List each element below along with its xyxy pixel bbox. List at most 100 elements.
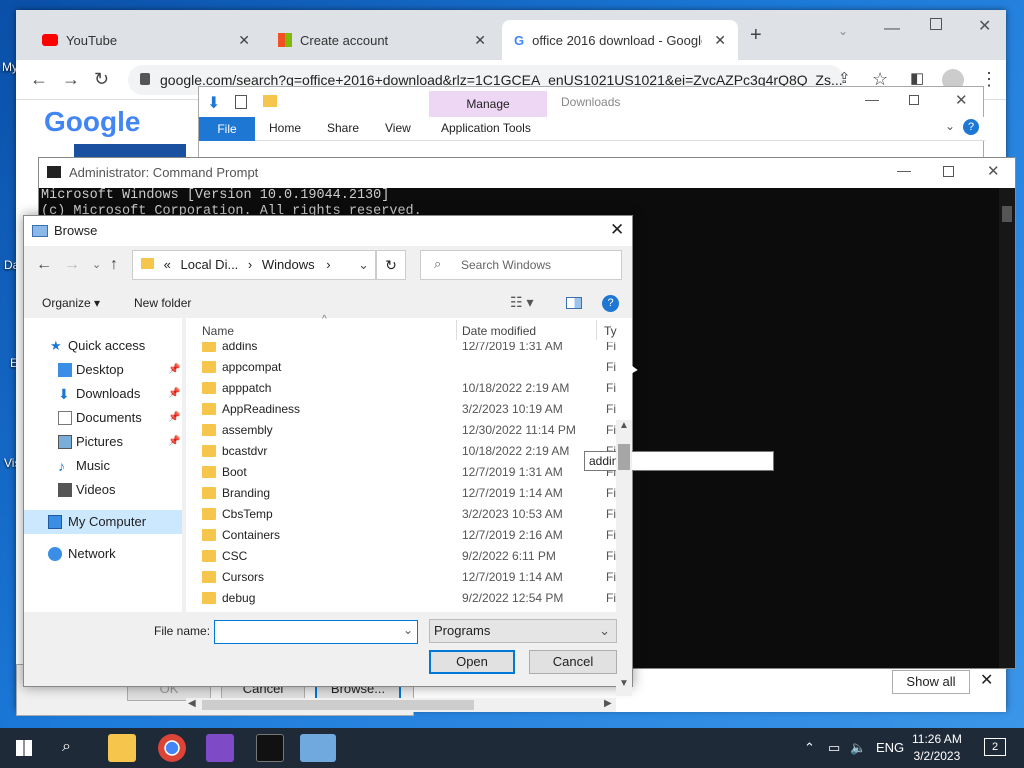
share-icon[interactable]: ⇪ bbox=[838, 69, 851, 87]
horizontal-scrollbar[interactable]: ◀ ▶ bbox=[186, 698, 616, 712]
download-icon[interactable]: ⬇ bbox=[207, 93, 220, 113]
breadcrumb-separator[interactable]: › bbox=[326, 257, 330, 272]
column-header-date[interactable]: Date modified bbox=[462, 324, 536, 338]
file-name-input[interactable]: ⌄ bbox=[214, 620, 418, 644]
list-item[interactable]: Boot 12/7/2019 1:31 AM Fi bbox=[200, 462, 616, 483]
network-icon[interactable]: ▭ bbox=[828, 740, 840, 756]
notification-icon[interactable]: 2 bbox=[984, 738, 1006, 756]
tab-youtube[interactable]: YouTube ✕ bbox=[30, 20, 262, 60]
cancel-button[interactable]: Cancel bbox=[529, 650, 617, 674]
chevron-down-icon[interactable]: ⌄ bbox=[358, 251, 369, 279]
preview-pane-icon[interactable] bbox=[566, 297, 582, 309]
vertical-scrollbar[interactable]: ▲ ▼ bbox=[616, 420, 632, 696]
sidepanel-icon[interactable]: ◧ bbox=[910, 69, 924, 87]
forward-arrow-icon[interactable]: → bbox=[62, 69, 80, 90]
tab-create-account[interactable]: Create account ✕ bbox=[266, 20, 498, 60]
close-button[interactable]: ✕ bbox=[955, 91, 968, 109]
nav-item-downloads[interactable]: ⬇ Downloads 📌 bbox=[24, 382, 182, 406]
address-bar[interactable]: « Local Di... › Windows › ⌄ bbox=[132, 250, 376, 280]
list-item[interactable]: debug 9/2/2022 12:54 PM Fi bbox=[200, 588, 616, 609]
maximize-button[interactable] bbox=[943, 166, 954, 177]
overflow-chevron[interactable]: « bbox=[164, 257, 171, 272]
cmd-icon[interactable] bbox=[256, 734, 284, 762]
start-icon[interactable] bbox=[16, 740, 32, 756]
list-item[interactable]: assembly 12/30/2022 11:14 PM Fi bbox=[200, 420, 616, 441]
maximize-button[interactable] bbox=[930, 18, 942, 30]
nav-item-videos[interactable]: Videos bbox=[24, 478, 182, 502]
list-item[interactable]: CSC 9/2/2022 6:11 PM Fi bbox=[200, 546, 616, 567]
list-item[interactable]: Containers 12/7/2019 2:16 AM Fi bbox=[200, 525, 616, 546]
back-arrow-icon[interactable]: ← bbox=[36, 256, 52, 274]
maximize-button[interactable] bbox=[909, 95, 919, 105]
forward-arrow-icon[interactable]: → bbox=[64, 256, 80, 274]
list-item[interactable]: apppatch 10/18/2022 2:19 AM Fi bbox=[200, 378, 616, 399]
organize-button[interactable]: Organize ▾ bbox=[42, 296, 100, 310]
column-header-type[interactable]: Ty bbox=[604, 324, 617, 338]
list-item[interactable]: bcastdvr10/18/2022 2:19 AMFi bbox=[200, 441, 616, 462]
close-icon[interactable]: ✕ bbox=[238, 32, 250, 49]
help-icon[interactable]: ? bbox=[963, 119, 979, 135]
breadcrumb-separator[interactable]: › bbox=[248, 257, 252, 272]
breadcrumb-local-disk[interactable]: Local Di... bbox=[180, 257, 238, 272]
file-type-select[interactable]: Programs ⌄ bbox=[429, 619, 617, 643]
close-button[interactable]: ✕ bbox=[987, 162, 1000, 180]
search-input[interactable]: Search Windows bbox=[420, 250, 622, 280]
tab-google-search[interactable]: G office 2016 download - Google ✕ bbox=[502, 20, 738, 60]
file-tab[interactable]: File bbox=[199, 117, 255, 141]
share-tab[interactable]: Share bbox=[327, 121, 359, 135]
chrome-icon[interactable] bbox=[158, 734, 186, 762]
folder-icon[interactable] bbox=[263, 95, 277, 107]
help-icon[interactable]: ? bbox=[602, 295, 619, 312]
chevron-up-icon[interactable]: ⌃ bbox=[804, 740, 815, 756]
close-button[interactable]: ✕ bbox=[610, 220, 624, 240]
list-item[interactable]: Cursors 12/7/2019 1:14 AM Fi bbox=[200, 567, 616, 588]
list-item[interactable]: AppReadiness 3/2/2023 10:19 AM Fi bbox=[200, 399, 616, 420]
manage-tab[interactable]: Manage bbox=[429, 91, 547, 117]
new-tab-button[interactable]: + bbox=[750, 24, 762, 47]
language-indicator[interactable]: ENG bbox=[876, 740, 904, 755]
breadcrumb-windows[interactable]: Windows bbox=[262, 257, 315, 272]
google-logo[interactable]: Google bbox=[44, 106, 140, 138]
close-button[interactable]: ✕ bbox=[978, 16, 991, 36]
minimize-button[interactable]: — bbox=[865, 91, 879, 107]
nav-item-desktop[interactable]: Desktop 📌 bbox=[24, 358, 182, 382]
reload-icon[interactable]: ↻ bbox=[94, 69, 109, 90]
new-folder-button[interactable]: New folder bbox=[134, 296, 191, 310]
application-tools-tab[interactable]: Application Tools bbox=[441, 121, 531, 135]
nav-item-my-computer[interactable]: My Computer bbox=[24, 510, 182, 534]
list-item[interactable]: addins 12/7/2019 1:31 AM Fi bbox=[200, 342, 616, 357]
properties-icon[interactable] bbox=[235, 95, 247, 109]
volume-icon[interactable]: 🔈 bbox=[850, 740, 866, 756]
lock-icon[interactable] bbox=[140, 73, 150, 85]
view-options-icon[interactable]: ☷ ▾ bbox=[510, 294, 533, 311]
refresh-icon[interactable]: ↻ bbox=[376, 250, 406, 280]
chevron-down-icon[interactable]: ⌄ bbox=[92, 258, 101, 271]
close-icon[interactable]: ✕ bbox=[714, 32, 726, 49]
browse-dialog-icon[interactable] bbox=[300, 734, 336, 762]
search-icon[interactable]: ⌕ bbox=[62, 738, 71, 756]
clock[interactable]: 11:26 AM 3/2/2023 bbox=[912, 732, 962, 763]
back-arrow-icon[interactable]: ← bbox=[30, 69, 48, 90]
column-header-name[interactable]: Name bbox=[202, 324, 234, 338]
view-tab[interactable]: View bbox=[385, 121, 411, 135]
minimize-button[interactable]: — bbox=[897, 162, 911, 178]
list-item[interactable]: appcompat Fi bbox=[200, 357, 616, 378]
nav-item-music[interactable]: ♪ Music bbox=[24, 454, 182, 478]
show-all-button[interactable]: Show all bbox=[892, 670, 970, 694]
list-item[interactable]: CbsTemp 3/2/2023 10:53 AM Fi bbox=[200, 504, 616, 525]
list-item[interactable]: Branding 12/7/2019 1:14 AM Fi bbox=[200, 483, 616, 504]
close-icon[interactable]: ✕ bbox=[474, 32, 486, 49]
minimize-button[interactable]: — bbox=[884, 20, 900, 38]
nav-item-quick-access[interactable]: ★ Quick access bbox=[24, 334, 182, 358]
chevron-down-icon[interactable]: ⌄ bbox=[945, 119, 955, 133]
nav-item-network[interactable]: Network bbox=[24, 542, 182, 566]
close-icon[interactable]: ✕ bbox=[980, 670, 993, 690]
home-tab[interactable]: Home bbox=[269, 121, 301, 135]
scrollbar[interactable] bbox=[999, 188, 1015, 668]
open-button[interactable]: Open bbox=[429, 650, 515, 674]
nav-item-pictures[interactable]: Pictures 📌 bbox=[24, 430, 182, 454]
chevron-down-icon[interactable]: ⌄ bbox=[838, 24, 848, 38]
visual-studio-icon[interactable] bbox=[206, 734, 234, 762]
up-arrow-icon[interactable]: ↑ bbox=[110, 256, 118, 274]
file-explorer-icon[interactable] bbox=[108, 734, 136, 762]
